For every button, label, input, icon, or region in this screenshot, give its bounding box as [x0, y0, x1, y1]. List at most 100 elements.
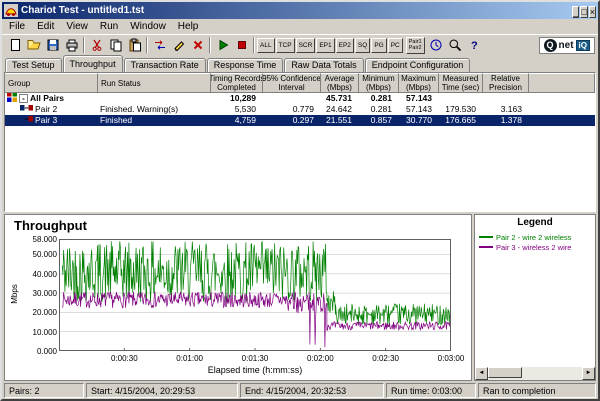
menu-item-run[interactable]: Run: [94, 20, 124, 33]
y-tick-label: 50.000: [17, 250, 57, 259]
paste-button[interactable]: [125, 36, 144, 54]
cut-button[interactable]: [87, 36, 106, 54]
chart-title: Throughput: [14, 218, 87, 233]
pair-filter-label: Pair2: [409, 45, 422, 51]
scrollbar-track[interactable]: [488, 367, 582, 380]
filter-pc-button[interactable]: PC: [388, 38, 403, 53]
group-label: Pair 2: [35, 104, 57, 115]
tab-transaction-rate[interactable]: Transaction Rate: [124, 58, 206, 72]
toolbar-separator: [146, 37, 148, 53]
title-bar[interactable]: Chariot Test - untitled1.tst _□×: [2, 2, 598, 19]
copy-icon: [109, 38, 123, 52]
filter-pg-button[interactable]: PG: [371, 38, 386, 53]
scrollbar-thumb[interactable]: [488, 367, 522, 378]
table-row-all-pairs[interactable]: -All Pairs10,28945.7310.28157.143: [5, 93, 595, 104]
filter-sq-button[interactable]: SQ: [355, 38, 370, 53]
svg-text:?: ?: [471, 40, 478, 52]
stop-test-button[interactable]: [232, 36, 251, 54]
column-header-line: 95% Confidence: [263, 74, 321, 83]
new-document-button[interactable]: [5, 36, 24, 54]
tab-test-setup[interactable]: Test Setup: [5, 58, 62, 72]
group-cell: Pair 3: [5, 115, 98, 126]
menu-item-edit[interactable]: Edit: [31, 20, 60, 33]
cell-min: 0.857: [359, 115, 399, 126]
minimize-button[interactable]: _: [572, 6, 579, 18]
toolbar-separator: [209, 37, 211, 53]
legend-label: Pair 3 - wireless 2 wire: [496, 243, 571, 252]
menu-item-view[interactable]: View: [60, 20, 94, 33]
y-tick-label: 58.000: [17, 235, 57, 244]
copy-button[interactable]: [106, 36, 125, 54]
column-header-records[interactable]: Timing RecordsCompleted: [211, 73, 263, 93]
tab-throughput[interactable]: Throughput: [63, 55, 123, 72]
column-header-time[interactable]: MeasuredTime (sec): [439, 73, 483, 93]
zoom-button[interactable]: [446, 36, 465, 54]
tab-endpoint-configuration[interactable]: Endpoint Configuration: [365, 58, 471, 72]
column-header-line: Measured: [443, 74, 479, 83]
filter-ep1-button[interactable]: EP1: [316, 38, 334, 53]
tab-response-time[interactable]: Response Time: [207, 58, 284, 72]
table-body: -All Pairs10,28945.7310.28157.143Pair 2 F…: [5, 93, 595, 126]
paste-icon: [128, 38, 142, 52]
edit-pair-button[interactable]: [169, 36, 188, 54]
scroll-right-icon[interactable]: ►: [582, 367, 595, 380]
legend-item[interactable]: Pair 3 - wireless 2 wire: [479, 242, 594, 252]
cell-run_status: Finished. Warning(s): [98, 104, 211, 115]
open-folder-icon: [27, 38, 41, 52]
filter-ep2-button[interactable]: EP2: [336, 38, 354, 53]
x-tick-label: 0:02:00: [298, 354, 342, 363]
table-row-pair-2[interactable]: Pair 2Finished. Warning(s)5,5300.77924.6…: [5, 104, 595, 115]
poll-endpoints-button[interactable]: [427, 36, 446, 54]
cell-time: [439, 93, 483, 104]
y-tick-label: 20.000: [17, 308, 57, 317]
save-button[interactable]: [43, 36, 62, 54]
column-header-max[interactable]: Maximum(Mbps): [399, 73, 439, 93]
x-axis-title: Elapsed time (h:mm:ss): [59, 365, 451, 375]
tree-collapse-toggle[interactable]: -: [19, 94, 28, 103]
table-row-pair-3[interactable]: Pair 3Finished4,7590.29721.5510.85730.77…: [5, 115, 595, 126]
column-header-line: (Mbps): [406, 83, 431, 92]
cell-run_status: [98, 93, 211, 104]
filter-tcp-button[interactable]: TCP: [276, 38, 295, 53]
tab-raw-data-totals[interactable]: Raw Data Totals: [284, 58, 363, 72]
delete-pair-button[interactable]: [188, 36, 207, 54]
status-pairs: Pairs: 2: [4, 383, 84, 398]
column-header-ci[interactable]: 95% ConfidenceInterval: [263, 73, 321, 93]
open-folder-button[interactable]: [24, 36, 43, 54]
column-header-min[interactable]: Minimum(Mbps): [359, 73, 399, 93]
column-header-run_status[interactable]: Run Status: [98, 73, 211, 93]
menu-item-file[interactable]: File: [3, 20, 31, 33]
print-button[interactable]: [62, 36, 81, 54]
restore-button[interactable]: □: [580, 6, 587, 18]
column-header-avg[interactable]: Average(Mbps): [321, 73, 359, 93]
pair-filter-button[interactable]: Pair1Pair2: [406, 37, 425, 54]
cell-avg: 21.551: [321, 115, 359, 126]
results-table: GroupRun StatusTiming RecordsCompleted95…: [4, 72, 596, 212]
cell-records: 4,759: [211, 115, 263, 126]
column-header-group[interactable]: Group: [5, 73, 98, 93]
cell-time: 176.665: [439, 115, 483, 126]
all-pairs-icon: [7, 93, 17, 102]
legend-scrollbar[interactable]: ◄ ►: [475, 367, 595, 380]
menu-item-window[interactable]: Window: [124, 20, 172, 33]
column-header-line: Maximum: [401, 74, 436, 83]
toolbar-left-icons: [5, 36, 251, 54]
help-button[interactable]: ?: [465, 36, 484, 54]
add-pair-button[interactable]: [150, 36, 169, 54]
scroll-left-icon[interactable]: ◄: [475, 367, 488, 380]
close-button[interactable]: ×: [589, 6, 596, 18]
menu-item-help[interactable]: Help: [172, 20, 205, 33]
toolbar-separator: [253, 37, 255, 53]
legend-item[interactable]: Pair 2 - wire 2 wireless: [479, 232, 594, 242]
column-header-precision[interactable]: RelativePrecision: [483, 73, 529, 93]
cell-ci: [263, 93, 321, 104]
status-end-time: End: 4/15/2004, 20:32:53: [240, 383, 384, 398]
filter-scr-button[interactable]: SCR: [296, 38, 316, 53]
help-icon: ?: [467, 38, 481, 52]
column-header-line: Interval: [278, 83, 304, 92]
group-label: Pair 3: [35, 115, 57, 126]
run-test-button[interactable]: [213, 36, 232, 54]
toolbar: ALLTCPSCREP1EP2SQPGPC Pair1Pair2 ? Q net…: [2, 34, 598, 55]
netiq-q-icon: Q: [544, 39, 557, 52]
filter-all-button[interactable]: ALL: [257, 38, 275, 53]
